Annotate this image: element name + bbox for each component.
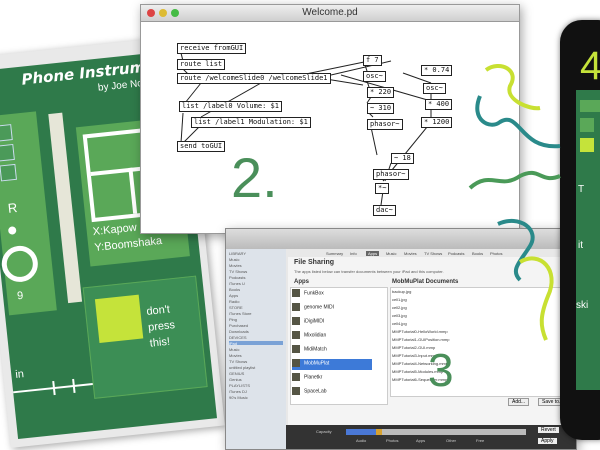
scribble-line [497, 218, 535, 282]
scribble-line [484, 64, 541, 111]
scribble-line [518, 256, 554, 341]
scribble-overlay [468, 64, 561, 341]
scribble-line [468, 170, 561, 190]
